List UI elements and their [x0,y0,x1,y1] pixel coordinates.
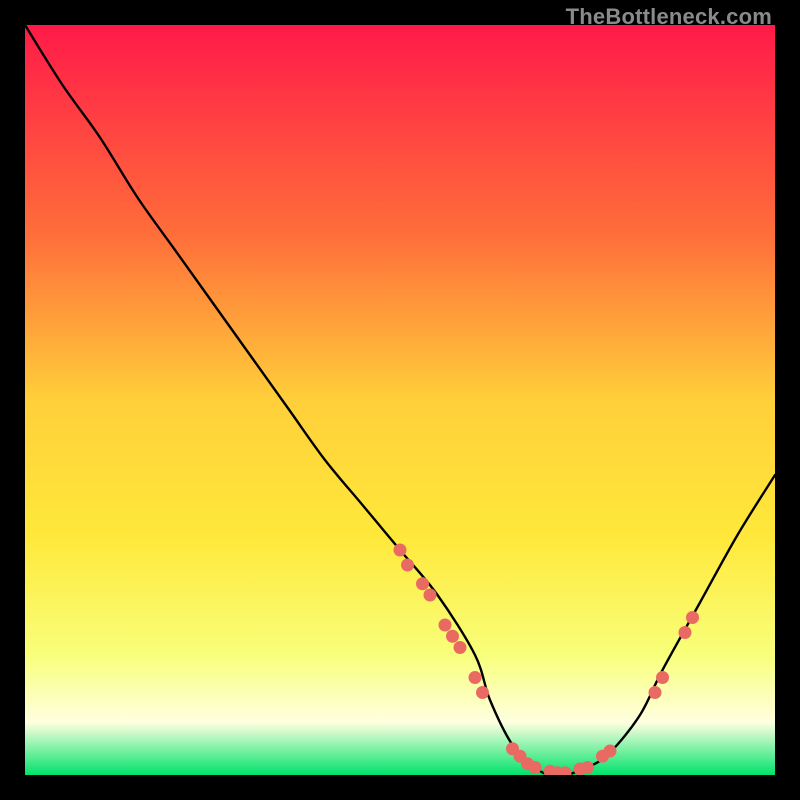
marker-dot [649,686,662,699]
marker-dot [656,671,669,684]
marker-dot [401,559,414,572]
marker-dot [529,761,542,774]
gradient-background [25,25,775,775]
marker-dot [679,626,692,639]
marker-dot [454,641,467,654]
marker-dot [686,611,699,624]
chart-canvas [25,25,775,775]
marker-dot [476,686,489,699]
marker-dot [424,589,437,602]
marker-dot [416,577,429,590]
watermark-text: TheBottleneck.com [566,4,772,30]
marker-dot [394,544,407,557]
marker-dot [581,761,594,774]
plot-frame [25,25,775,775]
marker-dot [439,619,452,632]
marker-dot [446,630,459,643]
marker-dot [469,671,482,684]
marker-dot [604,745,617,758]
